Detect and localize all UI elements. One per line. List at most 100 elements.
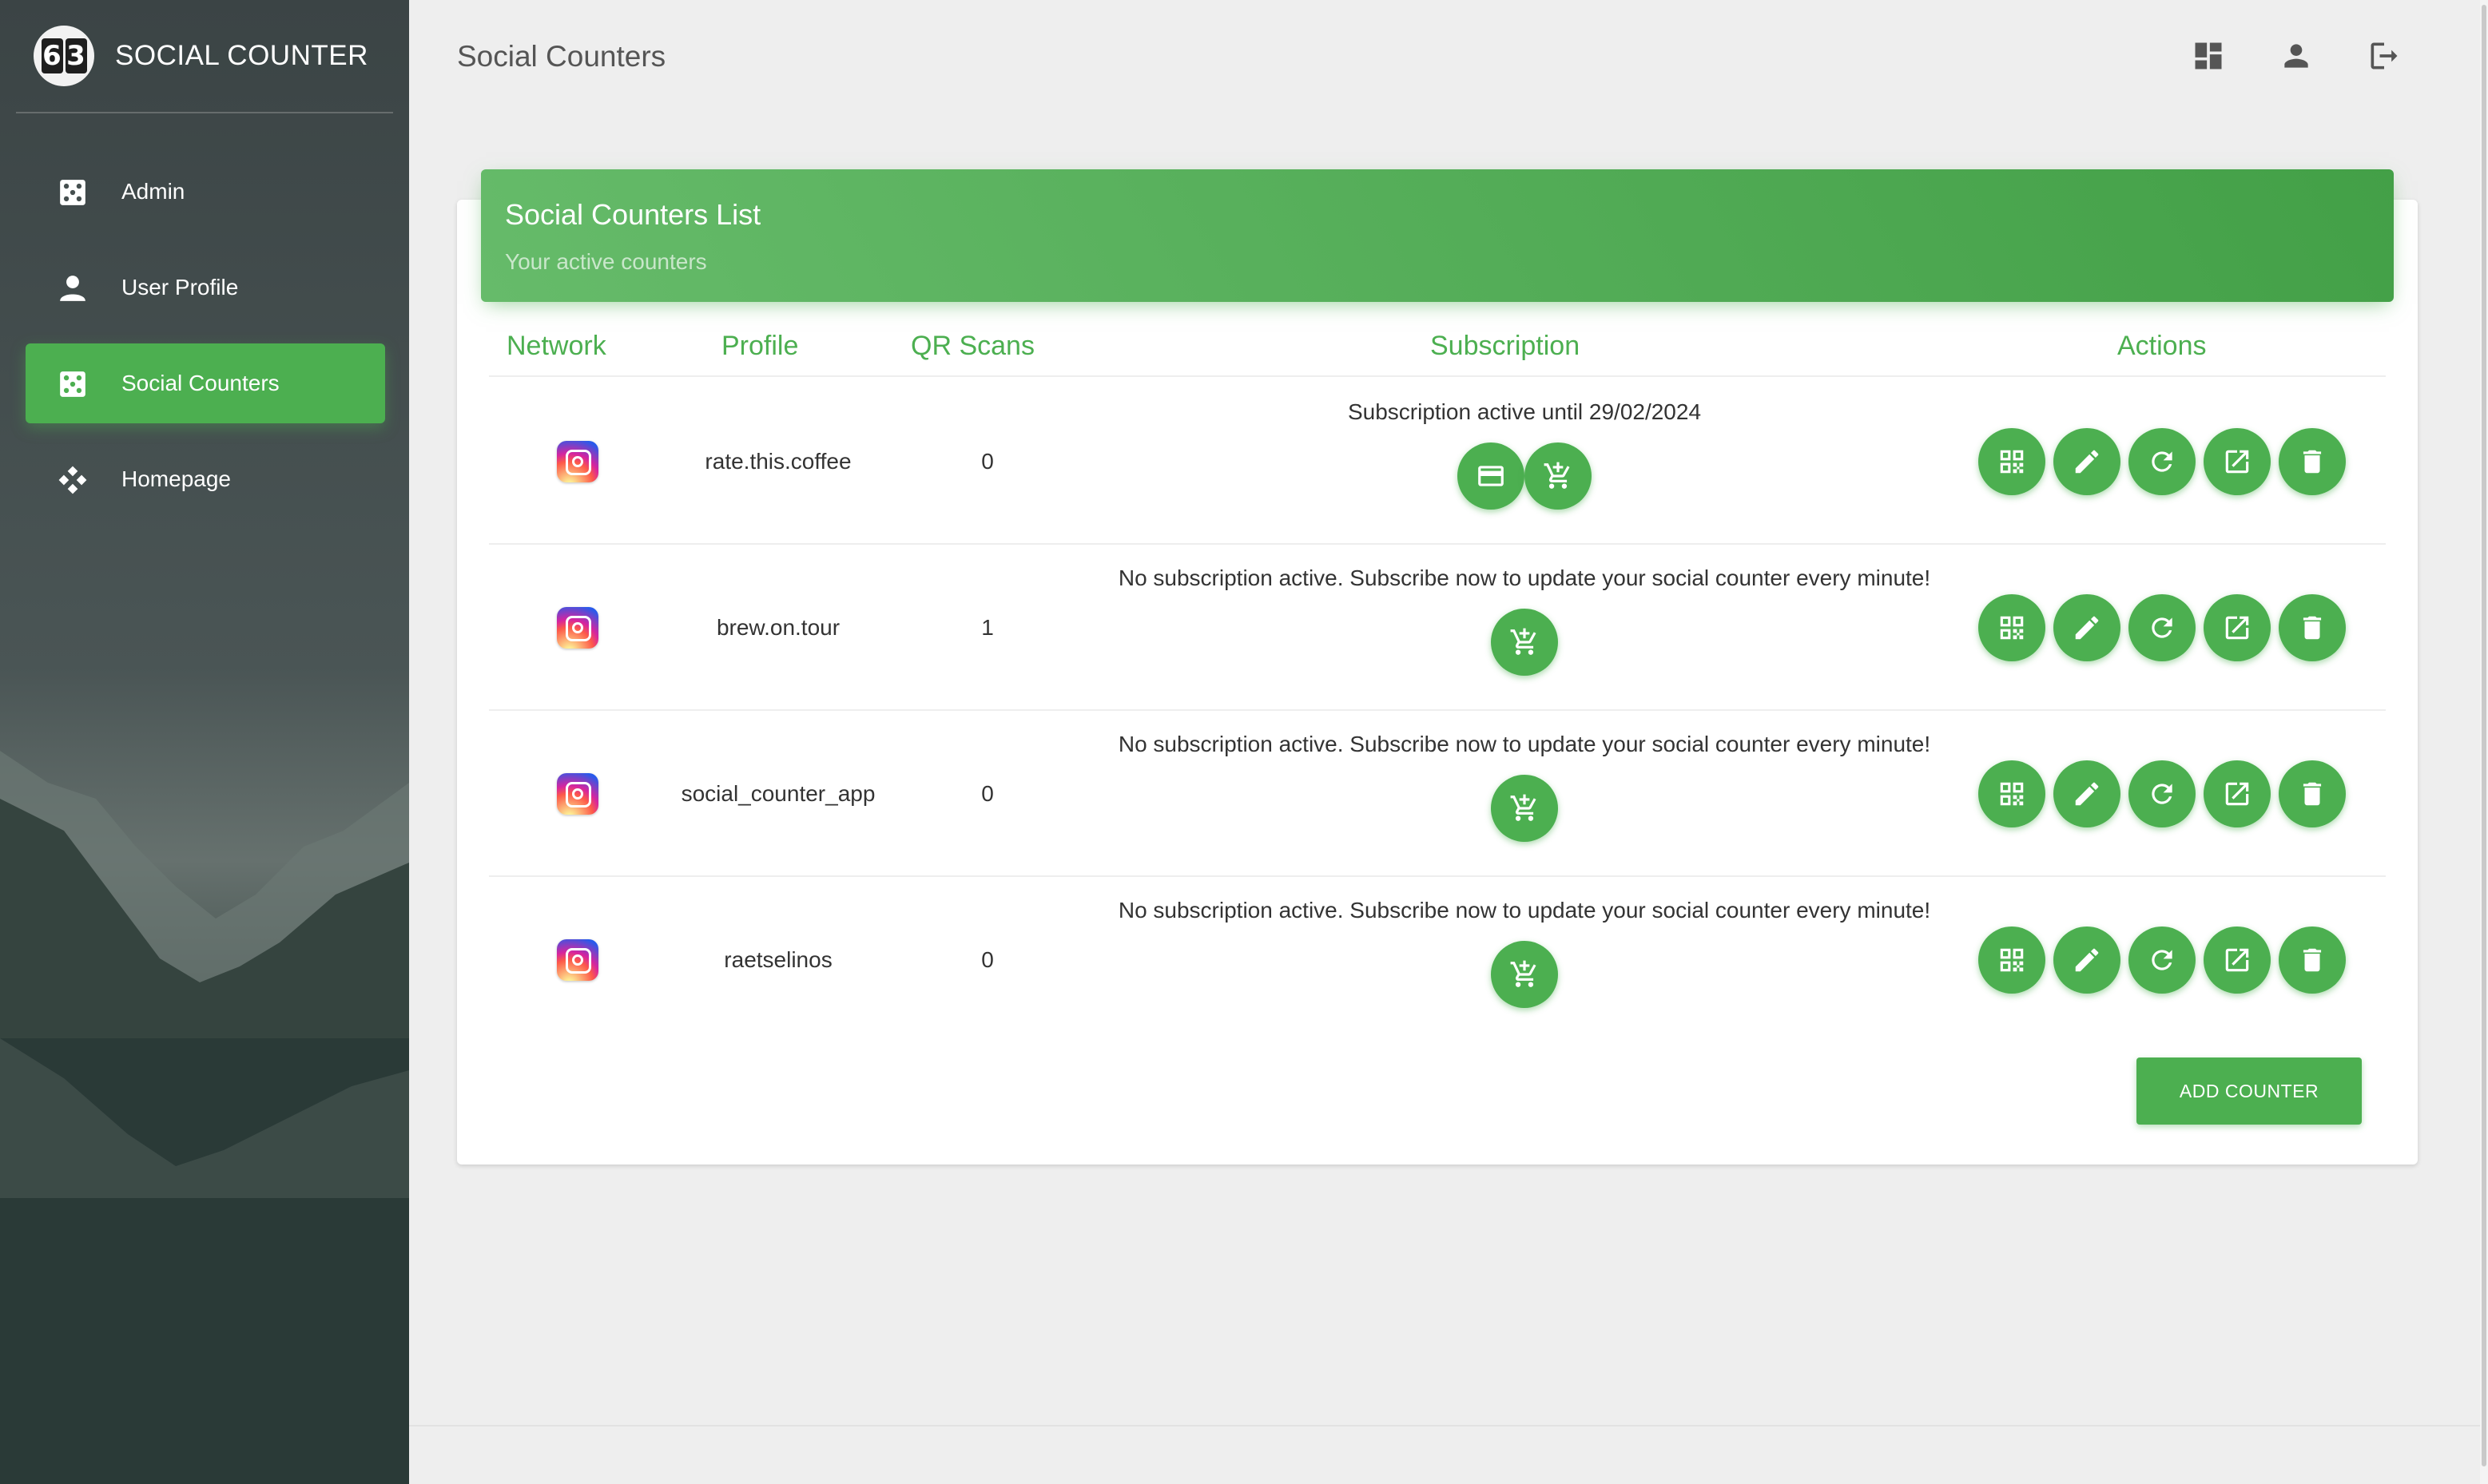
card-subtitle: Your active counters [505,249,707,274]
sidebar-nav: Admin User Profile Social Counters Homep… [26,152,385,535]
brand-name[interactable]: SOCIAL COUNTER [115,40,368,72]
sidebar-item-label: Homepage [121,466,231,491]
page-title[interactable]: Social Counters [457,40,666,73]
footer-divider [409,1425,2480,1426]
instagram-icon [557,441,598,482]
delete-trash-icon [2297,779,2327,809]
subscription-status: No subscription active. Subscribe now to… [1118,565,1931,590]
column-header-qr-scans: QR Scans [911,331,1035,361]
edit-button[interactable] [2053,428,2120,495]
delete-trash-icon [2297,613,2327,643]
profile-name: social_counter_app [681,781,876,806]
sidebar-item-label: Admin [121,179,185,204]
add-shopping-cart-icon [1509,793,1540,823]
sidebar-item-label: Social Counters [121,371,280,395]
brand-logo: 6 3 [34,26,94,86]
refresh-button[interactable] [2128,428,2196,495]
open-external-icon [2222,945,2252,975]
qr-code-icon [1997,446,2027,477]
refresh-icon [2147,779,2177,809]
row-divider [489,875,2386,877]
add-to-cart-button[interactable] [1491,941,1558,1008]
delete-button[interactable] [2279,927,2346,994]
qr-code-button[interactable] [1978,594,2045,661]
brand-header[interactable]: 6 3 SOCIAL COUNTER [16,18,393,113]
person-icon [60,276,85,301]
open-external-button[interactable] [2204,594,2271,661]
add-to-cart-button[interactable] [1491,775,1558,842]
edit-pencil-icon [2072,779,2102,809]
edit-button[interactable] [2053,760,2120,827]
instagram-icon [557,607,598,649]
instagram-icon [557,773,598,815]
row-divider [489,709,2386,711]
add-to-cart-button[interactable] [1524,442,1592,510]
delete-button[interactable] [2279,594,2346,661]
refresh-icon [2147,613,2177,643]
qr-scan-count: 0 [981,781,994,806]
qr-code-icon [1997,779,2027,809]
logout-icon[interactable] [2367,38,2402,73]
sidebar-item-admin[interactable]: Admin [26,152,385,232]
sidebar-item-label: User Profile [121,275,239,300]
instagram-icon [557,939,598,981]
qr-scan-count: 0 [981,947,994,972]
sidebar-item-homepage[interactable]: Homepage [26,439,385,519]
page-scrollbar[interactable] [2480,0,2488,1484]
person-icon[interactable] [2279,38,2314,73]
edit-button[interactable] [2053,927,2120,994]
delete-trash-icon [2297,446,2327,477]
add-shopping-cart-icon [1543,461,1573,491]
logo-digit: 3 [65,38,87,73]
add-to-cart-button[interactable] [1491,609,1558,676]
delete-trash-icon [2297,945,2327,975]
qr-scan-count: 1 [981,615,994,640]
column-header-subscription: Subscription [1430,331,1580,361]
qr-code-button[interactable] [1978,760,2045,827]
column-header-network: Network [507,331,606,361]
refresh-button[interactable] [2128,594,2196,661]
open-external-icon [2222,613,2252,643]
card-title: Social Counters List [505,198,761,231]
card-header: Social Counters List Your active counter… [481,169,2394,302]
scrollbar-thumb[interactable] [2482,5,2486,1466]
refresh-button[interactable] [2128,927,2196,994]
profile-name: rate.this.coffee [705,449,852,474]
edit-pencil-icon [2072,446,2102,477]
apps-diamond-icon [58,466,87,494]
qr-scan-count: 0 [981,449,994,474]
open-external-icon [2222,779,2252,809]
dashboard-dice-icon [60,180,85,205]
row-divider [489,543,2386,545]
open-external-icon [2222,446,2252,477]
open-external-button[interactable] [2204,927,2271,994]
open-external-button[interactable] [2204,760,2271,827]
subscription-status: Subscription active until 29/02/2024 [1347,399,1702,424]
sidebar: 6 3 SOCIAL COUNTER Admin User Profile So… [0,0,409,1484]
qr-code-icon [1997,613,2027,643]
open-external-button[interactable] [2204,428,2271,495]
qr-code-button[interactable] [1978,927,2045,994]
profile-name: brew.on.tour [716,615,841,640]
add-counter-button[interactable]: ADD COUNTER [2136,1057,2362,1125]
column-header-profile: Profile [721,331,799,361]
delete-button[interactable] [2279,760,2346,827]
subscription-status: No subscription active. Subscribe now to… [1118,732,1931,756]
sidebar-item-user-profile[interactable]: User Profile [26,248,385,327]
edit-pencil-icon [2072,613,2102,643]
refresh-icon [2147,446,2177,477]
sidebar-item-social-counters[interactable]: Social Counters [26,343,385,423]
refresh-icon [2147,945,2177,975]
credit-card-button[interactable] [1457,442,1524,510]
edit-pencil-icon [2072,945,2102,975]
refresh-button[interactable] [2128,760,2196,827]
row-divider [489,375,2386,377]
edit-button[interactable] [2053,594,2120,661]
qr-code-button[interactable] [1978,428,2045,495]
delete-button[interactable] [2279,428,2346,495]
dashboard-icon[interactable] [2191,38,2226,73]
qr-code-icon [1997,945,2027,975]
profile-name: raetselinos [724,947,833,972]
add-shopping-cart-icon [1509,627,1540,657]
dashboard-dice-icon [60,371,85,397]
